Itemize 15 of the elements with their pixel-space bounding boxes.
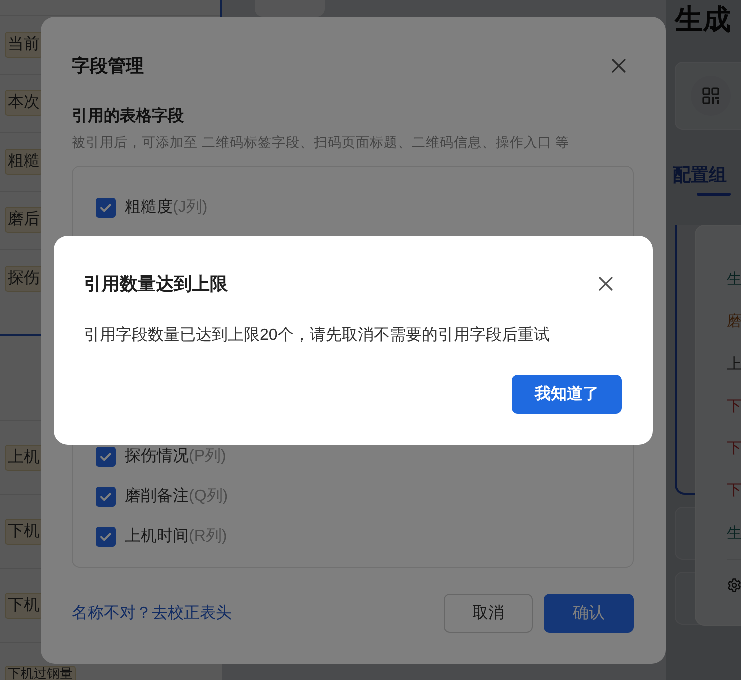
page-title: 生成	[675, 4, 732, 36]
tag-label: 探伤	[5, 266, 43, 292]
dialog-title: 字段管理	[72, 55, 144, 78]
tag-label: 下机过钢量	[5, 666, 76, 680]
tag-label: 上机	[5, 444, 43, 470]
tag-label: 磨后	[5, 207, 43, 234]
tag-label: 粗糙	[5, 148, 43, 175]
tag-label: 当前	[5, 32, 43, 58]
section-title: 引用的表格字段	[72, 106, 185, 127]
dialog-title: 引用数量达到上限	[84, 273, 228, 296]
tag-label: 本次	[5, 90, 43, 116]
alert-message: 引用字段数量已达到上限20个，请先取消不需要的引用字段后重试	[84, 326, 551, 346]
tag-label: 下机	[5, 592, 43, 618]
tag-label: 下机	[5, 518, 43, 544]
section-description: 被引用后，可添加至 二维码标签字段、扫码页面标题、二维码信息、操作入口 等	[72, 134, 571, 152]
